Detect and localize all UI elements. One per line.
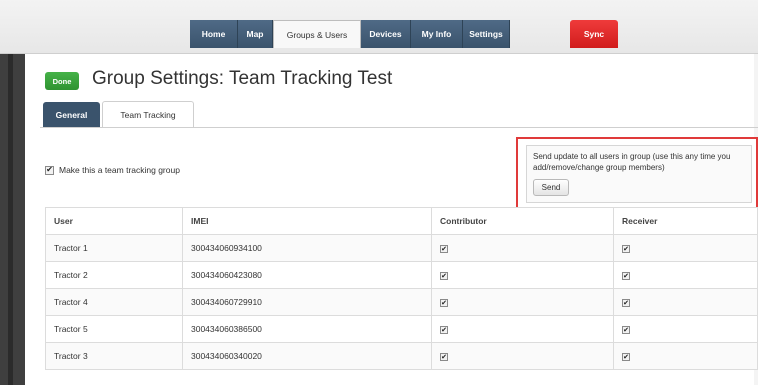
send-update-highlight: Send update to all users in group (use t…	[516, 137, 758, 213]
contributor-checkbox[interactable]: ✔	[440, 299, 448, 308]
column-header-contributor: Contributor	[431, 207, 614, 235]
imei-cell: 300434060423080	[182, 261, 432, 289]
user-cell: Tractor 4	[45, 288, 183, 316]
nav-devices[interactable]: Devices	[361, 20, 411, 48]
page-title: Group Settings: Team Tracking Test	[92, 68, 393, 89]
top-bar: Home Map Groups & Users Devices My Info …	[0, 0, 758, 54]
receiver-cell: ✔	[613, 234, 758, 262]
nav-map[interactable]: Map	[238, 20, 273, 48]
imei-cell: 300434060340020	[182, 342, 432, 370]
user-cell: Tractor 1	[45, 234, 183, 262]
sync-button[interactable]: Sync	[570, 20, 618, 48]
table-row: Tractor 4 300434060729910 ✔ ✔	[45, 288, 758, 316]
app-window: Home Map Groups & Users Devices My Info …	[0, 0, 758, 385]
nav-groups-users[interactable]: Groups & Users	[273, 20, 361, 48]
column-header-imei: IMEI	[182, 207, 432, 235]
contributor-checkbox[interactable]: ✔	[440, 245, 448, 254]
send-update-panel: Send update to all users in group (use t…	[526, 145, 752, 203]
imei-cell: 300434060934100	[182, 234, 432, 262]
done-button[interactable]: Done	[45, 72, 79, 90]
nav-settings[interactable]: Settings	[463, 20, 510, 48]
left-sidebar-divider	[8, 54, 13, 385]
send-button[interactable]: Send	[533, 179, 569, 196]
tab-divider	[40, 127, 758, 128]
column-header-receiver: Receiver	[613, 207, 758, 235]
receiver-cell: ✔	[613, 288, 758, 316]
contributor-cell: ✔	[431, 261, 614, 289]
team-tracking-checkbox-label: Make this a team tracking group	[59, 165, 180, 175]
main-nav: Home Map Groups & Users Devices My Info …	[190, 20, 510, 48]
members-table: User IMEI Contributor Receiver Tractor 1…	[45, 207, 758, 370]
receiver-cell: ✔	[613, 261, 758, 289]
table-row: Tractor 1 300434060934100 ✔ ✔	[45, 234, 758, 262]
team-tracking-checkbox[interactable]: ✔	[45, 165, 54, 175]
contributor-checkbox[interactable]: ✔	[440, 353, 448, 362]
send-update-description: Send update to all users in group (use t…	[533, 152, 731, 172]
user-cell: Tractor 2	[45, 261, 183, 289]
imei-cell: 300434060386500	[182, 315, 432, 343]
table-header-row: User IMEI Contributor Receiver	[45, 207, 758, 235]
receiver-checkbox[interactable]: ✔	[622, 272, 630, 281]
receiver-checkbox[interactable]: ✔	[622, 353, 630, 362]
contributor-cell: ✔	[431, 342, 614, 370]
imei-cell: 300434060729910	[182, 288, 432, 316]
contributor-cell: ✔	[431, 288, 614, 316]
receiver-cell: ✔	[613, 342, 758, 370]
receiver-checkbox[interactable]: ✔	[622, 326, 630, 335]
contributor-checkbox[interactable]: ✔	[440, 326, 448, 335]
receiver-cell: ✔	[613, 315, 758, 343]
table-row: Tractor 3 300434060340020 ✔ ✔	[45, 342, 758, 370]
table-row: Tractor 2 300434060423080 ✔ ✔	[45, 261, 758, 289]
team-tracking-toggle: ✔ Make this a team tracking group	[45, 165, 180, 175]
receiver-checkbox[interactable]: ✔	[622, 245, 630, 254]
nav-home[interactable]: Home	[190, 20, 238, 48]
user-cell: Tractor 5	[45, 315, 183, 343]
contributor-cell: ✔	[431, 234, 614, 262]
nav-my-info[interactable]: My Info	[411, 20, 463, 48]
contributor-cell: ✔	[431, 315, 614, 343]
table-row: Tractor 5 300434060386500 ✔ ✔	[45, 315, 758, 343]
contributor-checkbox[interactable]: ✔	[440, 272, 448, 281]
receiver-checkbox[interactable]: ✔	[622, 299, 630, 308]
tab-team-tracking[interactable]: Team Tracking	[102, 101, 194, 128]
user-cell: Tractor 3	[45, 342, 183, 370]
column-header-user: User	[45, 207, 183, 235]
tab-general[interactable]: General	[43, 102, 100, 128]
